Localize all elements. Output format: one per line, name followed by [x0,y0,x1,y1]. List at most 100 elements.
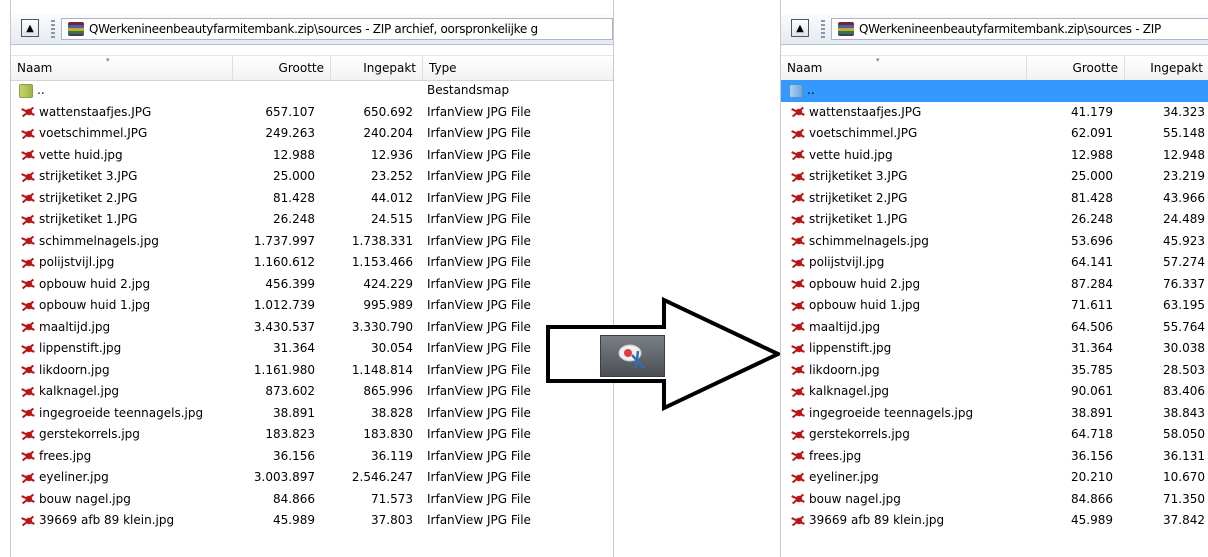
right-file-browser: ▲ QWerkenineenbeautyfarmitembank.zip\sou… [780,0,1208,557]
folder-up-button[interactable]: ▲ [21,19,39,37]
file-type: IrfanView JPG File [427,427,531,441]
left-col-packed[interactable]: Ingepakt [331,56,423,80]
left-col-type[interactable]: Type [423,56,613,80]
file-name-cell: wattenstaafjes.JPG [11,102,233,124]
file-row[interactable]: strijketiket 2.JPG 81.428 44.012 IrfanView … [11,188,613,210]
parent-folder-row[interactable]: .. Bestandsmap [11,80,613,102]
file-row[interactable]: ingegroeide teennagels.jpg 38.891 38.828 Ir… [11,403,613,425]
sort-arrow-icon: ▾ [106,56,110,64]
file-packed-size: 36.131 [1163,448,1205,463]
file-row[interactable]: schimmelnagels.jpg 53.696 45.923 [781,231,1208,253]
file-row[interactable]: opbouw huid 2.jpg 87.284 76.337 [781,274,1208,296]
file-packed-size: 183.830 [363,427,413,441]
right-col-size[interactable]: Grootte [1027,56,1125,80]
parent-folder-type: Bestandsmap [427,83,510,97]
file-row[interactable]: voetschimmel.JPG 62.091 55.148 [781,123,1208,145]
file-row[interactable]: 39669 afb 89 klein.jpg 45.989 37.803 IrfanV… [11,510,613,532]
file-size: 12.988 [273,147,315,162]
file-size: 249.263 [265,126,315,140]
file-row[interactable]: wattenstaafjes.JPG 657.107 650.692 IrfanVie… [11,102,613,124]
file-packed-size: 55.148 [1163,126,1205,140]
file-row[interactable]: eyeliner.jpg 20.210 10.670 [781,467,1208,489]
file-packed-size: 45.923 [1163,233,1205,248]
file-row[interactable]: vette huid.jpg 12.988 12.936 IrfanView JPG … [11,145,613,167]
parent-folder-label: .. [807,83,815,97]
file-row[interactable]: voetschimmel.JPG 249.263 240.204 IrfanView … [11,123,613,145]
left-col-name[interactable]: Naam [11,56,233,80]
file-row[interactable]: maaltijd.jpg 3.430.537 3.330.790 IrfanView … [11,317,613,339]
file-name: schimmelnagels.jpg [39,233,159,248]
file-packed-size: 38.828 [371,405,413,420]
folder-up-icon: ▲ [26,22,34,34]
irfanview-jpg-icon [19,448,37,465]
irfanview-jpg-icon [19,125,37,142]
irfanview-jpg-icon [19,104,37,121]
file-row[interactable]: wattenstaafjes.JPG 41.179 34.323 [781,102,1208,124]
file-row[interactable]: frees.jpg 36.156 36.131 [781,446,1208,468]
file-row[interactable]: lippenstift.jpg 31.364 30.054 IrfanView JPG… [11,338,613,360]
zip-archive-icon [838,22,854,36]
file-size: 26.248 [1071,212,1113,226]
file-row[interactable]: bouw nagel.jpg 84.866 71.573 IrfanView JPG … [11,489,613,511]
file-row[interactable]: opbouw huid 2.jpg 456.399 424.229 IrfanView… [11,274,613,296]
file-size: 3.430.537 [253,319,315,334]
file-name-cell: strijketiket 2.JPG [11,188,233,210]
file-packed-size: 12.948 [1163,147,1205,162]
file-size: 62.091 [1071,126,1113,140]
file-row[interactable]: gerstekorrels.jpg 64.718 58.050 [781,424,1208,446]
file-row[interactable]: likdoorn.jpg 35.785 28.503 [781,360,1208,382]
right-col-packed[interactable]: Ingepakt [1125,56,1208,80]
file-packed-size: 71.350 [1163,491,1205,506]
file-row[interactable]: strijketiket 3.JPG 25.000 23.219 [781,166,1208,188]
irfanview-jpg-icon [19,469,37,486]
file-row[interactable]: ingegroeide teennagels.jpg 38.891 38.843 [781,403,1208,425]
file-row[interactable]: maaltijd.jpg 64.506 55.764 [781,317,1208,339]
folder-up-button[interactable]: ▲ [791,19,809,37]
right-col-name[interactable]: Naam [781,56,1027,80]
file-row[interactable]: 39669 afb 89 klein.jpg 45.989 37.842 [781,510,1208,532]
file-row[interactable]: opbouw huid 1.jpg 71.611 63.195 [781,295,1208,317]
file-row[interactable]: strijketiket 3.JPG 25.000 23.252 IrfanView … [11,166,613,188]
irfanview-jpg-icon [789,362,807,379]
file-type: IrfanView JPG File [427,190,531,205]
irfanview-jpg-icon [789,469,807,486]
sort-arrow-icon: ▾ [876,56,880,64]
file-row[interactable]: bouw nagel.jpg 84.866 71.350 [781,489,1208,511]
file-row[interactable]: vette huid.jpg 12.988 12.948 [781,145,1208,167]
file-row[interactable]: schimmelnagels.jpg 1.737.997 1.738.331 Irfa… [11,231,613,253]
file-row[interactable]: kalknagel.jpg 873.602 865.996 IrfanView JPG… [11,381,613,403]
file-name-cell: likdoorn.jpg [781,360,1027,382]
file-row[interactable]: frees.jpg 36.156 36.119 IrfanView JPG File [11,446,613,468]
file-packed-size: 865.996 [363,384,413,398]
right-address-bar[interactable]: QWerkenineenbeautyfarmitembank.zip\sourc… [831,18,1208,40]
file-row[interactable]: strijketiket 1.JPG 26.248 24.489 [781,209,1208,231]
parent-folder-row[interactable]: .. [781,80,1208,102]
file-name-cell: opbouw huid 1.jpg [781,295,1027,317]
file-name-cell: vette huid.jpg [781,145,1027,167]
file-size: 84.866 [273,491,315,506]
file-row[interactable]: eyeliner.jpg 3.003.897 2.546.247 IrfanView … [11,467,613,489]
file-row[interactable]: polijstvijl.jpg 1.160.612 1.153.466 IrfanVi… [11,252,613,274]
file-row[interactable]: lippenstift.jpg 31.364 30.038 [781,338,1208,360]
file-row[interactable]: strijketiket 1.JPG 26.248 24.515 IrfanView … [11,209,613,231]
file-row[interactable]: kalknagel.jpg 90.061 83.406 [781,381,1208,403]
file-name: voetschimmel.JPG [39,126,148,140]
file-name: lippenstift.jpg [39,341,122,355]
file-row[interactable]: gerstekorrels.jpg 183.823 183.830 IrfanView… [11,424,613,446]
irfanview-jpg-icon [19,383,37,400]
file-row[interactable]: opbouw huid 1.jpg 1.012.739 995.989 IrfanVi… [11,295,613,317]
right-column-header: Naam ▾ Grootte Ingepakt [781,55,1208,81]
left-col-size[interactable]: Grootte [233,56,331,80]
file-row[interactable]: likdoorn.jpg 1.161.980 1.148.814 IrfanView … [11,360,613,382]
file-type: IrfanView JPG File [427,233,531,248]
file-row[interactable]: strijketiket 2.JPG 81.428 43.966 [781,188,1208,210]
irfanview-jpg-icon [19,168,37,185]
file-name: opbouw huid 2.jpg [809,276,921,291]
file-size: 36.156 [1071,448,1113,463]
file-type: IrfanView JPG File [427,276,531,291]
file-name: bouw nagel.jpg [39,491,131,506]
left-address-bar[interactable]: QWerkenineenbeautyfarmitembank.zip\sourc… [61,18,613,40]
file-row[interactable]: polijstvijl.jpg 64.141 57.274 [781,252,1208,274]
file-size: 53.696 [1071,233,1113,248]
zip-archive-icon [68,22,84,36]
